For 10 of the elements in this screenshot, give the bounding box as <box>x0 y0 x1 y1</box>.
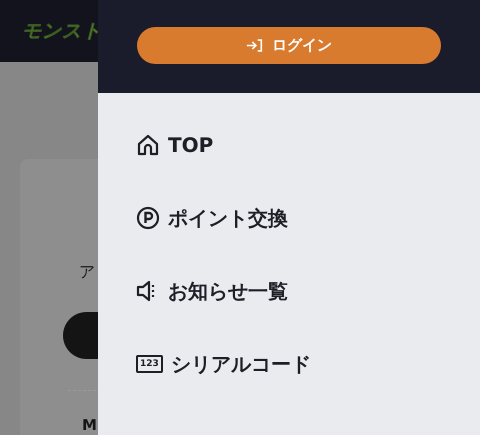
menu-item[interactable]: ポイント交換 <box>136 204 480 232</box>
menu-item[interactable]: TOP <box>136 131 480 159</box>
card-text: M <box>82 416 97 434</box>
login-icon <box>246 38 264 53</box>
menu-item[interactable]: 123 シリアルコード <box>136 350 480 378</box>
home-icon <box>136 133 160 157</box>
card-heading: ア <box>79 262 95 283</box>
number-icon: 123 <box>136 355 163 373</box>
menu-item[interactable]: お知らせ一覧 <box>136 277 480 305</box>
point-icon <box>136 206 160 230</box>
